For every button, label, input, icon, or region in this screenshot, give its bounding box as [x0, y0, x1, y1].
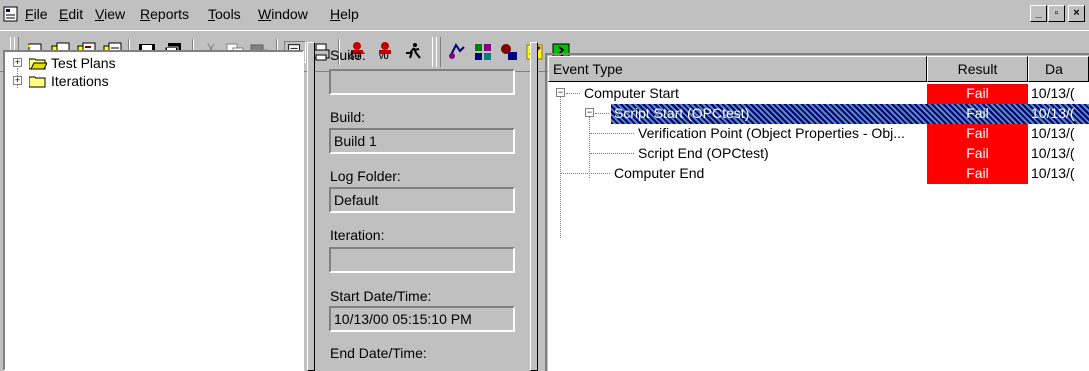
event-type-cell: Verification Point (Object Properties - … — [638, 125, 905, 141]
restore-button[interactable]: ▫ — [1048, 5, 1065, 22]
folder-open-icon — [29, 58, 47, 70]
iteration-field — [329, 247, 515, 273]
start-datetime-field: 10/13/00 05:15:10 PM — [329, 306, 515, 332]
tree-item-label: Test Plans — [51, 55, 116, 71]
collapse-icon[interactable]: − — [585, 108, 594, 117]
event-type-cell: Script Start (OPCtest) — [614, 105, 750, 121]
result-fail-badge: Fail — [927, 144, 1028, 164]
event-log-list[interactable]: Event Type Result Da − Computer Start Fa… — [548, 56, 1089, 371]
event-type-cell: Computer End — [614, 165, 705, 181]
date-cell: 10/13/( — [1031, 105, 1075, 121]
column-header-event-type[interactable]: Event Type — [548, 56, 927, 82]
column-header-date[interactable]: Da — [1028, 56, 1089, 82]
date-cell: 10/13/( — [1031, 125, 1075, 141]
table-row-selected[interactable]: − Script Start (OPCtest) Fail 10/13/( — [548, 104, 1089, 124]
table-row[interactable]: Computer End Fail 10/13/( — [548, 164, 1089, 184]
splitter-left[interactable] — [307, 42, 315, 371]
menu-view[interactable]: View — [95, 6, 125, 22]
result-fail-badge: Fail — [927, 164, 1028, 184]
minimize-button[interactable]: _ — [1030, 5, 1047, 22]
iteration-label: Iteration: — [330, 227, 385, 243]
log-details-pane: Suite: Build: Build 1 Log Folder: Defaul… — [318, 42, 528, 371]
table-row[interactable]: Verification Point (Object Properties - … — [548, 124, 1089, 144]
suite-field — [329, 69, 515, 95]
suite-label: Suite: — [330, 47, 366, 63]
result-fail-badge: Fail — [927, 124, 1028, 144]
result-fail-badge: Fail — [966, 105, 989, 121]
menu-bar: File Edit View Reports Tools Window Help… — [0, 0, 1089, 30]
expand-icon[interactable]: + — [13, 58, 22, 67]
menu-edit[interactable]: Edit — [59, 6, 83, 22]
menu-tools[interactable]: Tools — [208, 6, 241, 22]
column-header-result[interactable]: Result — [927, 56, 1028, 82]
menu-window[interactable]: Window — [258, 6, 308, 22]
expand-icon[interactable]: + — [13, 76, 22, 85]
event-type-cell: Script End (OPCtest) — [638, 145, 769, 161]
menu-file[interactable]: File — [25, 6, 48, 22]
tree-item-label: Iterations — [51, 73, 109, 89]
folder-icon — [29, 76, 46, 88]
event-type-cell: Computer Start — [584, 85, 679, 101]
table-row[interactable]: − Computer Start Fail 10/13/( — [548, 84, 1089, 104]
collapse-icon[interactable]: − — [556, 88, 565, 97]
menu-help[interactable]: Help — [330, 6, 359, 22]
table-row[interactable]: Script End (OPCtest) Fail 10/13/( — [548, 144, 1089, 164]
result-fail-badge: Fail — [927, 84, 1028, 104]
build-label: Build: — [330, 109, 366, 125]
date-cell: 10/13/( — [1031, 145, 1075, 161]
date-cell: 10/13/( — [1031, 85, 1075, 101]
close-button[interactable]: × — [1068, 5, 1085, 22]
log-folder-field: Default — [329, 187, 515, 213]
end-datetime-label: End Date/Time: — [330, 345, 427, 361]
build-field: Build 1 — [329, 128, 515, 154]
menu-reports[interactable]: Reports — [140, 6, 189, 22]
start-datetime-label: Start Date/Time: — [330, 288, 432, 304]
splitter-right[interactable] — [530, 42, 538, 371]
test-asset-tree[interactable]: + Test Plans + Iterations — [3, 50, 304, 371]
date-cell: 10/13/( — [1031, 165, 1075, 181]
log-folder-label: Log Folder: — [330, 168, 401, 184]
app-icon[interactable] — [3, 6, 19, 22]
